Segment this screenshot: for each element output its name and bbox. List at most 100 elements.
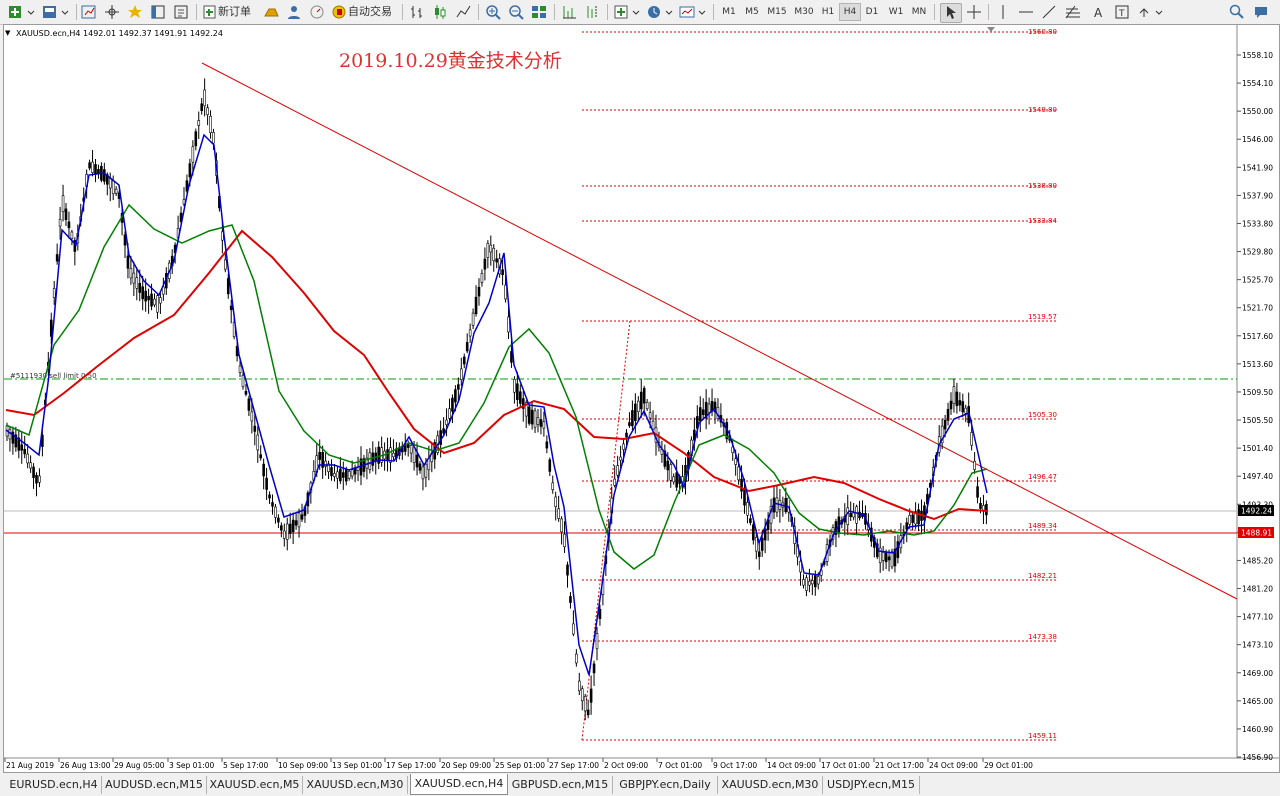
time-axis-label: 10 Sep 09:00 [278, 761, 328, 770]
candle-body [985, 504, 988, 516]
bar-chart-icon[interactable] [408, 3, 426, 21]
candle-body [952, 386, 956, 404]
candle-body [445, 419, 448, 425]
tab-audusd-m15[interactable]: AUDUSD.ecn,M15 [102, 776, 207, 794]
vertical-line-icon[interactable] [994, 3, 1012, 21]
zoom-in-icon[interactable] [484, 3, 502, 21]
fib-label: 1496.47 [1028, 473, 1057, 481]
candle-body [583, 695, 587, 712]
timeframe-d1[interactable]: D1 [862, 3, 882, 21]
candle-body [141, 286, 144, 300]
text-tool-icon[interactable]: A [1090, 3, 1108, 21]
chart-title-annotation[interactable]: 2019.10.29黄金技术分析 [339, 50, 562, 72]
candle-body [330, 467, 333, 477]
candle-body [548, 459, 552, 472]
signal-icon[interactable] [308, 3, 326, 21]
tab-eurusd-h4[interactable]: EURUSD.ecn,H4 [6, 776, 102, 794]
svg-text:T: T [1118, 9, 1125, 19]
autoscroll-icon[interactable] [560, 3, 578, 21]
candle-body [336, 471, 339, 479]
line-chart-icon[interactable] [454, 3, 472, 21]
chart-window[interactable]: 1560.80 1549.80 1538.80 1533.84 1519.57 … [3, 24, 1280, 773]
time-axis-label: 25 Sep 01:00 [495, 761, 545, 770]
fib-label: 1482.21 [1028, 572, 1057, 580]
tab-gbpjpy-daily[interactable]: GBPJPY.ecn,Daily [613, 776, 718, 794]
navigator-icon[interactable] [149, 3, 167, 21]
indicators-button[interactable] [612, 3, 642, 21]
candle-body [224, 259, 227, 270]
candle-body [412, 447, 416, 463]
market-watch-icon[interactable] [80, 3, 98, 21]
fibonacci-icon[interactable] [1063, 3, 1085, 21]
new-chart-button[interactable] [6, 3, 38, 21]
timeframe-w1[interactable]: W1 [885, 3, 907, 21]
price-chart[interactable]: 1560.80 1549.80 1538.80 1533.84 1519.57 … [4, 25, 1279, 772]
search-icon[interactable] [1228, 3, 1246, 21]
profiles-button[interactable] [40, 3, 72, 21]
tab-xauusd-h4[interactable]: XAUUSD.ecn,H4 [410, 774, 508, 795]
tab-usdjpy-m15[interactable]: USDJPY.ecn,M15 [823, 776, 920, 794]
timeframe-m5[interactable]: M5 [741, 3, 763, 21]
tab-xauusd-m30[interactable]: XAUUSD.ecn,M30 [303, 776, 408, 794]
timeframe-mn[interactable]: MN [908, 3, 930, 21]
templates-button[interactable] [678, 3, 708, 21]
current-price-tag: 1492.24 [1238, 505, 1274, 516]
chart-shift-icon[interactable] [583, 3, 601, 21]
time-axis-label: 3 Sep 01:00 [169, 761, 215, 770]
candle-body [572, 623, 575, 635]
candle-body [881, 552, 885, 561]
gold-bar-icon[interactable] [262, 3, 280, 21]
candle-body [622, 443, 625, 450]
candle-body [88, 162, 91, 169]
crosshair-move-icon[interactable] [103, 3, 121, 21]
crosshair-icon[interactable] [965, 3, 983, 21]
price-axis-label: 1541.90 [1242, 163, 1273, 172]
time-axis-label: 24 Oct 09:00 [929, 761, 978, 770]
price-axis-label: 1529.80 [1242, 248, 1273, 257]
chat-icon[interactable] [1252, 3, 1270, 21]
trendline-icon[interactable] [1040, 3, 1058, 21]
candle-body [448, 408, 451, 419]
candle-body [344, 468, 348, 482]
candle-body [132, 272, 136, 284]
chart-collapse-arrow-icon[interactable]: ▼ [5, 29, 11, 37]
timeframe-m15[interactable]: M15 [764, 3, 790, 21]
person-icon[interactable] [285, 3, 303, 21]
tab-gbpusd-m15[interactable]: GBPUSD.ecn,M15 [508, 776, 613, 794]
time-axis-label: 20 Sep 09:00 [441, 761, 491, 770]
candle-body [563, 533, 566, 548]
candle-body [392, 452, 395, 458]
periods-button[interactable] [645, 3, 675, 21]
price-axis-label: 1521.70 [1242, 304, 1273, 313]
timeframe-h4[interactable]: H4 [839, 3, 861, 21]
candle-body [586, 709, 590, 716]
candle-body [958, 400, 962, 406]
candle-body [489, 244, 493, 253]
favorites-star-icon[interactable] [126, 3, 144, 21]
candle-body [628, 422, 631, 426]
auto-trading-button[interactable]: 自动交易 [330, 3, 396, 21]
candle-body [964, 407, 968, 414]
candle-body [247, 398, 251, 411]
candle-body [97, 169, 100, 174]
tile-windows-icon[interactable] [530, 3, 548, 21]
timeframe-h1[interactable]: H1 [818, 3, 838, 21]
candle-body [492, 247, 496, 262]
candle-body [982, 505, 985, 511]
tab-xauusd-m30-2[interactable]: XAUUSD.ecn,M30 [718, 776, 823, 794]
timeframe-m30[interactable]: M30 [791, 3, 817, 21]
svg-text:1488.91: 1488.91 [1241, 529, 1272, 538]
zoom-out-icon[interactable] [507, 3, 525, 21]
tab-xauusd-m5[interactable]: XAUUSD.ecn,M5 [207, 776, 303, 794]
candlestick-chart-icon[interactable] [431, 3, 449, 21]
timeframe-m1[interactable]: M1 [718, 3, 740, 21]
arrows-tool-button[interactable] [1136, 3, 1166, 21]
cursor-arrow-icon[interactable] [940, 3, 962, 23]
terminal-icon[interactable] [172, 3, 190, 21]
new-order-button[interactable]: 新订单 [202, 3, 258, 21]
horizontal-line-icon[interactable] [1017, 3, 1035, 21]
price-axis-label: 1546.00 [1242, 135, 1273, 144]
candle-body [554, 496, 558, 507]
text-label-icon[interactable]: T [1113, 3, 1131, 21]
candle-body [188, 163, 192, 178]
